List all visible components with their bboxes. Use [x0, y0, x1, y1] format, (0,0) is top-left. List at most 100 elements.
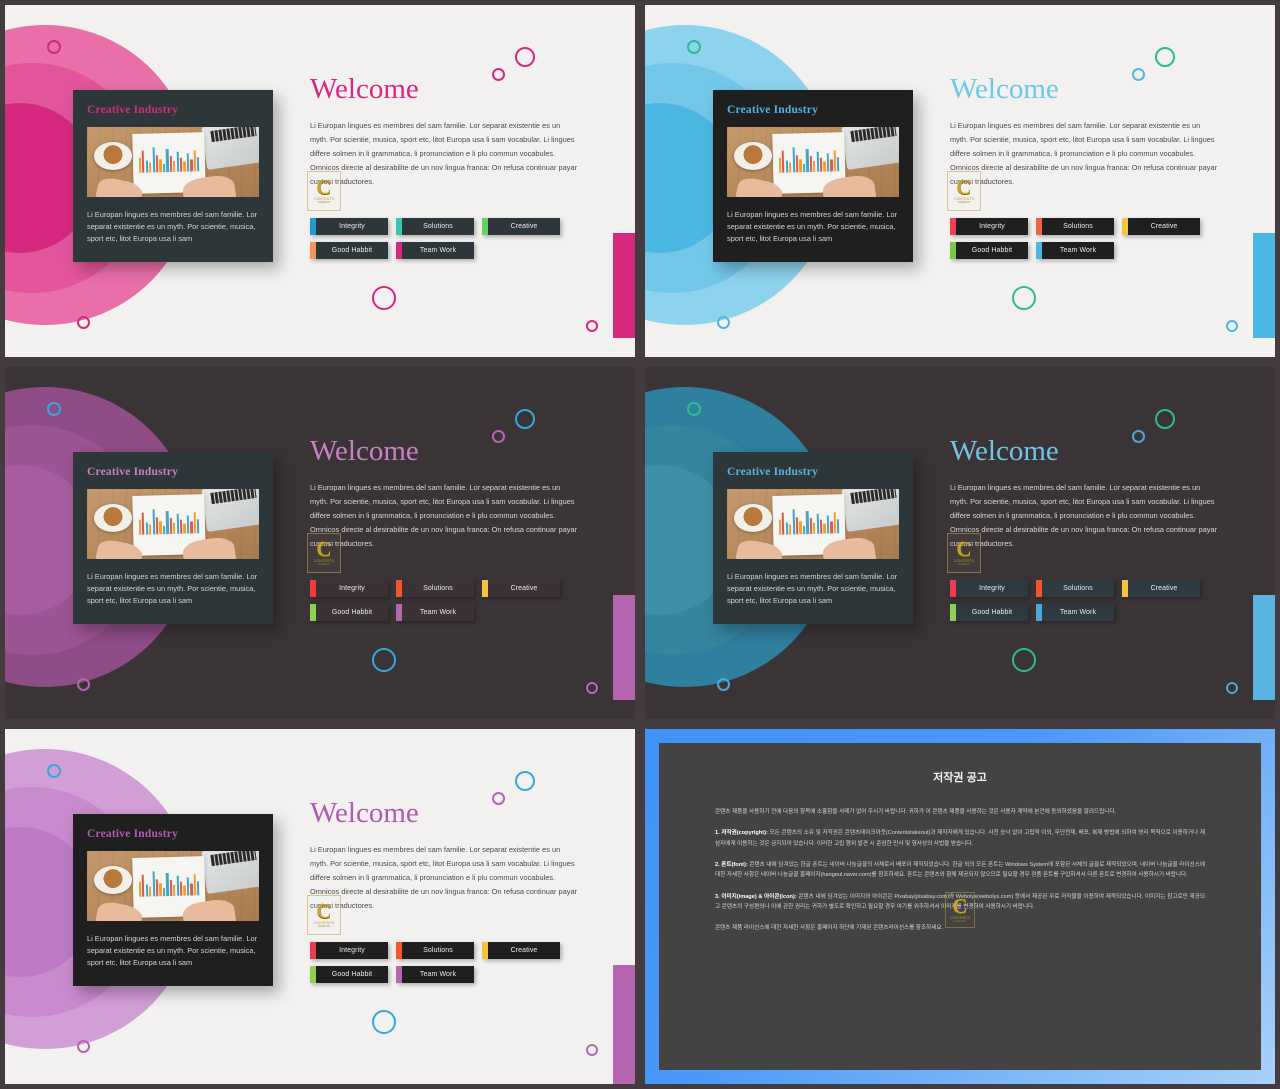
panel-6-copyright[interactable]: 저작권 공고 콘텐츠 제품을 사용하기 전에 다음의 항목에 소홀함을 사례가 … [640, 724, 1280, 1089]
ring-decoration-5 [77, 316, 90, 329]
tag-creative[interactable]: Creative [482, 942, 560, 959]
feature-tag-list: Integrity Solutions Creative Good Habbit… [950, 218, 1250, 259]
ring-decoration-6 [1226, 682, 1238, 694]
ring-decoration-4 [372, 286, 396, 310]
welcome-heading: Welcome [950, 435, 1059, 467]
tag-label: Integrity [339, 947, 365, 954]
watermark-line2: TAKEOUT [953, 920, 967, 924]
tag-creative[interactable]: Creative [1122, 580, 1200, 597]
watermark-line2: TAKEOUT [957, 563, 971, 567]
tag-good habbit[interactable]: Good Habbit [310, 966, 388, 983]
copyright-paragraph-2: 1. 저작권(copyright): 모든 콘텐츠의 소유 및 저작권은 콘텐츠… [715, 830, 1205, 847]
chart-bars [779, 145, 841, 173]
tag-integrity[interactable]: Integrity [310, 580, 388, 597]
intro-paragraph: Li Europan lingues es membres del sam fa… [310, 483, 578, 549]
right-accent-bar [613, 965, 635, 1084]
tag-good habbit[interactable]: Good Habbit [950, 604, 1028, 621]
tag-integrity[interactable]: Integrity [310, 942, 388, 959]
tag-label: Integrity [979, 585, 1005, 592]
feature-tag-list: Integrity Solutions Creative Good Habbit… [310, 580, 610, 621]
card-body-text: Li Europan lingues es membres del sam fa… [727, 572, 898, 606]
tag-label: Good Habbit [331, 247, 373, 254]
copyright-paragraph-3: 2. 폰트(font): 콘텐츠 내에 담겨있는 한글 폰트는 네이버 나눔글꼴… [715, 862, 1205, 879]
chart-bars [139, 507, 201, 535]
card-title: Creative Industry [727, 466, 819, 478]
tag-solutions[interactable]: Solutions [396, 942, 474, 959]
slide-deck-grid: Creative Industry Li Europan lingues es … [0, 0, 1280, 1089]
card-title: Creative Industry [87, 828, 179, 840]
panel-4[interactable]: Creative Industry Li Europan lingues es … [640, 362, 1280, 724]
ring-decoration-3 [515, 771, 535, 791]
tag-label: Good Habbit [971, 247, 1013, 254]
slide-right-content: Welcome Li Europan lingues es membres de… [307, 75, 620, 211]
coffee-cup-icon [93, 866, 132, 895]
tag-label: Good Habbit [971, 609, 1013, 616]
tag-label: Integrity [339, 223, 365, 230]
copyright-paragraph-1: 콘텐츠 제품을 사용하기 전에 다음의 항목에 소홀함을 사례가 없어 주시기 … [715, 809, 1117, 815]
coffee-cup-icon [93, 504, 132, 533]
ring-decoration-1 [47, 40, 61, 54]
ring-decoration-4 [1012, 286, 1036, 310]
desk-chart-photo [727, 127, 899, 197]
panel-1[interactable]: Creative Industry Li Europan lingues es … [0, 0, 640, 362]
tag-team work[interactable]: Team Work [1036, 604, 1114, 621]
tag-creative[interactable]: Creative [482, 218, 560, 235]
tag-label: Solutions [423, 947, 453, 954]
tag-solutions[interactable]: Solutions [1036, 580, 1114, 597]
watermark-line1: CONTENTS [313, 921, 335, 926]
tag-integrity[interactable]: Integrity [310, 218, 388, 235]
contents-takeout-watermark-center: C CONTENTS TAKEOUT [945, 892, 975, 929]
card-body-text: Li Europan lingues es membres del sam fa… [87, 934, 258, 968]
watermark-line1: CONTENTS [313, 197, 335, 202]
watermark-line2: TAKEOUT [317, 201, 331, 205]
ring-decoration-3 [515, 47, 535, 67]
slide-purple-dark: Creative Industry Li Europan lingues es … [5, 367, 635, 719]
coffee-cup-icon [733, 142, 772, 171]
right-accent-bar [613, 233, 635, 338]
watermark-letter: C [952, 893, 968, 918]
panel-3[interactable]: Creative Industry Li Europan lingues es … [0, 362, 640, 724]
tag-team work[interactable]: Team Work [1036, 242, 1114, 259]
watermark-line2: TAKEOUT [317, 925, 331, 929]
tag-solutions[interactable]: Solutions [396, 580, 474, 597]
tag-creative[interactable]: Creative [482, 580, 560, 597]
ring-decoration-6 [586, 320, 598, 332]
tag-label: Good Habbit [331, 609, 373, 616]
tag-good habbit[interactable]: Good Habbit [310, 242, 388, 259]
feature-tag-list: Integrity Solutions Creative Good Habbit… [950, 580, 1250, 621]
tag-solutions[interactable]: Solutions [396, 218, 474, 235]
slide-pink-light: Creative Industry Li Europan lingues es … [5, 5, 635, 357]
tag-solutions[interactable]: Solutions [1036, 218, 1114, 235]
ring-decoration-4 [1012, 648, 1036, 672]
tag-team work[interactable]: Team Work [396, 604, 474, 621]
panel-2[interactable]: Creative Industry Li Europan lingues es … [640, 0, 1280, 362]
welcome-heading: Welcome [950, 73, 1059, 105]
slide-right-content: Welcome Li Europan lingues es membres de… [307, 799, 620, 935]
intro-paragraph: Li Europan lingues es membres del sam fa… [950, 483, 1218, 549]
right-accent-bar [1253, 595, 1275, 700]
tag-creative[interactable]: Creative [1122, 218, 1200, 235]
tag-good habbit[interactable]: Good Habbit [950, 242, 1028, 259]
watermark-line2: TAKEOUT [317, 563, 331, 567]
tag-label: Team Work [1059, 609, 1097, 616]
welcome-heading: Welcome [310, 435, 419, 467]
ring-decoration-1 [687, 40, 701, 54]
tag-good habbit[interactable]: Good Habbit [310, 604, 388, 621]
card-body-text: Li Europan lingues es membres del sam fa… [727, 210, 898, 244]
card-body-text: Li Europan lingues es membres del sam fa… [87, 210, 258, 244]
slide-blue-light: Creative Industry Li Europan lingues es … [645, 5, 1275, 357]
panel-5[interactable]: Creative Industry Li Europan lingues es … [0, 724, 640, 1089]
feature-tag-list: Integrity Solutions Creative Good Habbit… [310, 942, 610, 983]
creative-industry-card: Creative Industry Li Europan lingues es … [713, 90, 913, 262]
chart-bars [139, 869, 201, 897]
ring-decoration-1 [687, 402, 701, 416]
tag-team work[interactable]: Team Work [396, 242, 474, 259]
tag-label: Good Habbit [331, 971, 373, 978]
tag-integrity[interactable]: Integrity [950, 580, 1028, 597]
coffee-cup-icon [93, 142, 132, 171]
tag-integrity[interactable]: Integrity [950, 218, 1028, 235]
feature-tag-list: Integrity Solutions Creative Good Habbit… [310, 218, 610, 259]
tag-label: Solutions [1063, 223, 1093, 230]
tag-label: Team Work [419, 609, 457, 616]
tag-team work[interactable]: Team Work [396, 966, 474, 983]
